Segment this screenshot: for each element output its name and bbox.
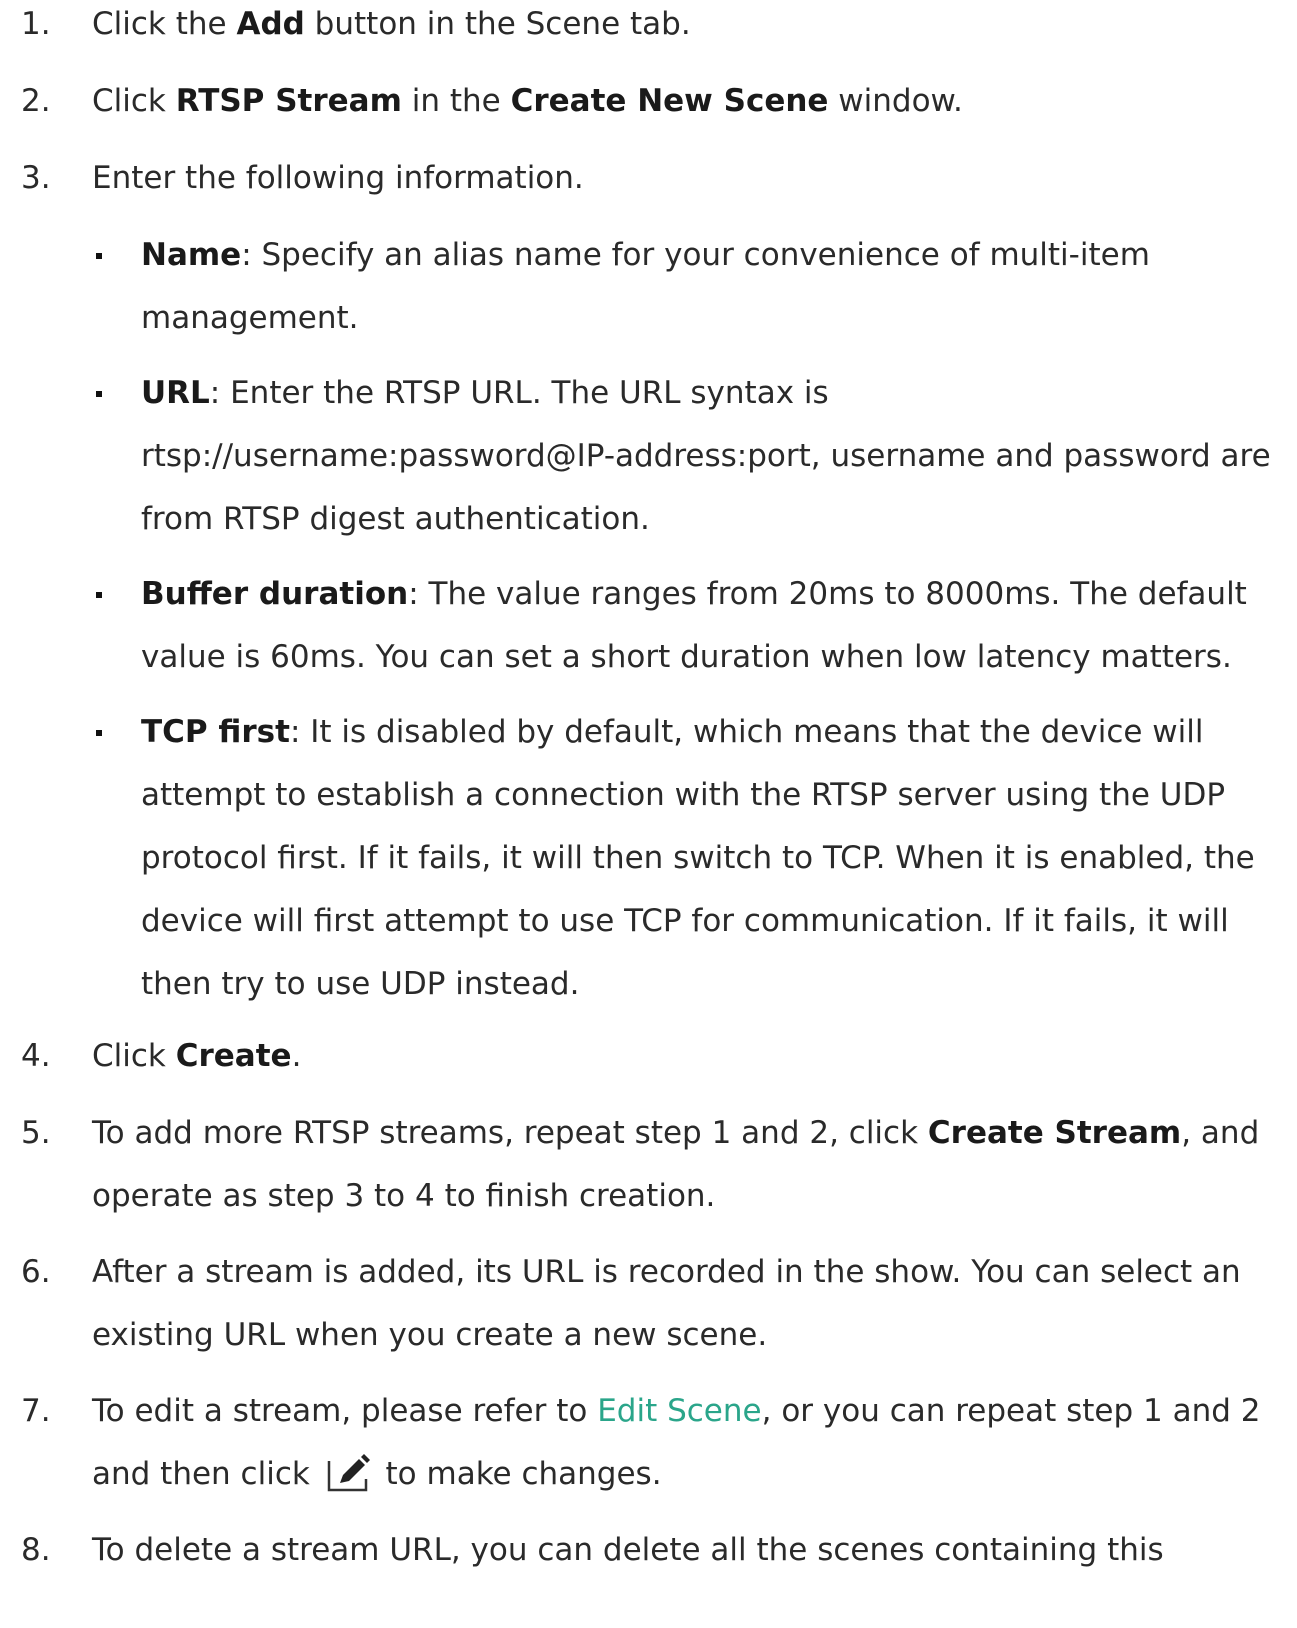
- add-label: Add: [236, 6, 305, 42]
- field-label: TCP first: [141, 714, 290, 750]
- bullet-icon: [96, 391, 102, 397]
- create-label: Create: [175, 1038, 292, 1074]
- field-label: URL: [141, 375, 210, 411]
- document-page: 1. Click the Add button in the Scene tab…: [0, 0, 1297, 1628]
- bullet-icon: [96, 730, 102, 736]
- step-number: 3.: [21, 160, 51, 196]
- step-text: Enter the following information.: [92, 160, 584, 196]
- step-text: To edit a stream, please refer to Edit S…: [92, 1393, 1261, 1492]
- edit-pencil-icon[interactable]: [326, 1452, 370, 1492]
- create-stream-label: Create Stream: [927, 1115, 1182, 1151]
- step-number: 1.: [21, 6, 51, 42]
- field-label: Buffer duration: [141, 576, 409, 612]
- step-text: After a stream is added, its URL is reco…: [92, 1254, 1241, 1353]
- step-number: 2.: [21, 83, 51, 119]
- field-description: : Enter the RTSP URL. The URL syntax is …: [141, 375, 1271, 537]
- step-number: 6.: [21, 1254, 51, 1290]
- step-number: 8.: [21, 1532, 51, 1568]
- create-new-scene-label: Create New Scene: [510, 83, 829, 119]
- field-description: : Specify an alias name for your conveni…: [141, 237, 1150, 336]
- step-number: 4.: [21, 1038, 51, 1074]
- step-text: Click RTSP Stream in the Create New Scen…: [92, 83, 963, 119]
- step-text: Click Create.: [92, 1038, 302, 1074]
- edit-scene-link[interactable]: Edit Scene: [597, 1393, 761, 1429]
- bullet-icon: [96, 592, 102, 598]
- bullet-icon: [96, 253, 102, 259]
- step-number: 5.: [21, 1115, 51, 1151]
- step-text: To add more RTSP streams, repeat step 1 …: [92, 1115, 1260, 1214]
- rtsp-stream-label: RTSP Stream: [175, 83, 402, 119]
- step-number: 7.: [21, 1393, 51, 1429]
- step-text: To delete a stream URL, you can delete a…: [92, 1532, 1164, 1568]
- step-text: Click the Add button in the Scene tab.: [92, 6, 691, 42]
- field-description: : It is disabled by default, which means…: [141, 714, 1255, 1002]
- field-label: Name: [141, 237, 242, 273]
